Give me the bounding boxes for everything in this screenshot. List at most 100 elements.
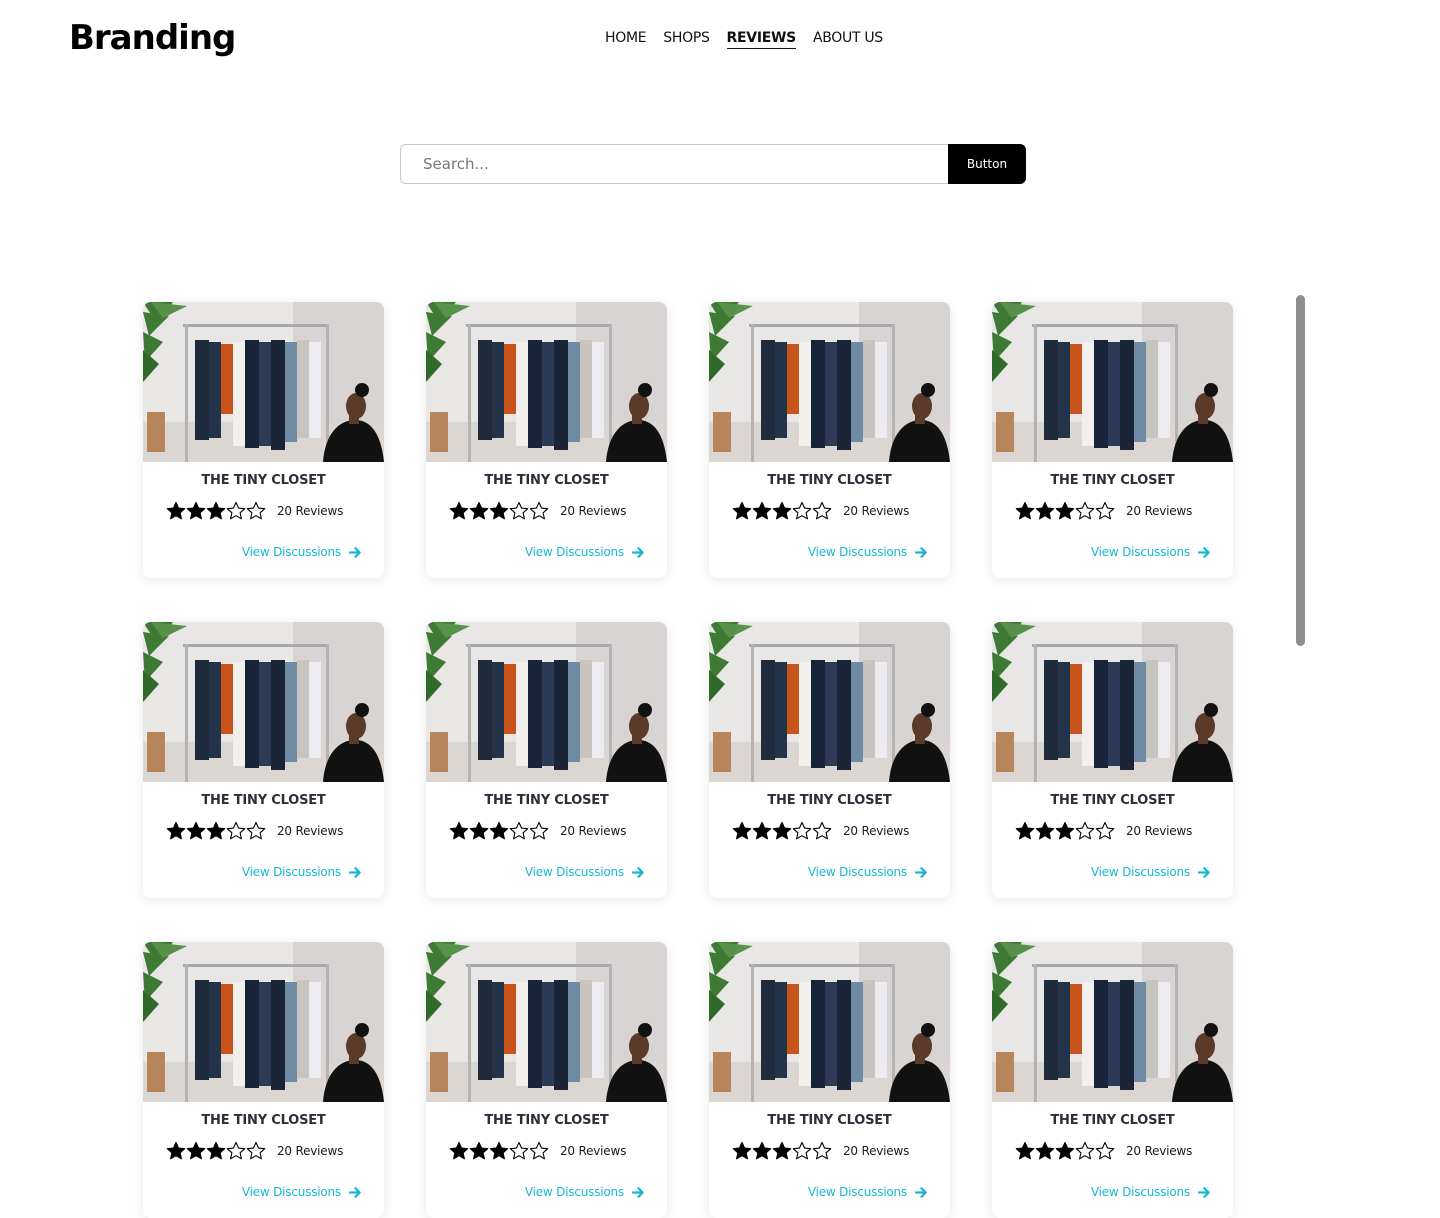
shop-card-title: THE TINY CLOSET xyxy=(201,793,326,808)
shop-card[interactable]: THE TINY CLOSET 20 Reviews View Discussion… xyxy=(992,942,1233,1218)
star-empty-icon xyxy=(812,501,832,520)
shop-card[interactable]: THE TINY CLOSET 20 Reviews View Discussion… xyxy=(143,302,384,578)
arrow-right-icon xyxy=(1198,866,1210,878)
star-rating xyxy=(732,1141,832,1161)
view-discussions-link[interactable]: View Discussions xyxy=(808,545,928,559)
shop-card-image[interactable] xyxy=(143,942,384,1102)
view-discussions-label: View Discussions xyxy=(807,865,907,879)
star-empty-icon xyxy=(246,501,266,520)
shop-card-image[interactable] xyxy=(992,622,1233,782)
view-discussions-link[interactable]: View Discussions xyxy=(1091,545,1211,559)
shop-card[interactable]: THE TINY CLOSET 20 Reviews View Discussion… xyxy=(992,622,1233,898)
rating-row: 20 Reviews xyxy=(1015,501,1233,521)
shop-card-image[interactable] xyxy=(426,302,667,462)
rating-row: 20 Reviews xyxy=(166,501,384,521)
review-count: 20 Reviews xyxy=(560,504,627,518)
review-count: 20 Reviews xyxy=(843,824,910,838)
view-discussions-link[interactable]: View Discussions xyxy=(1091,1185,1211,1199)
review-count: 20 Reviews xyxy=(843,504,910,518)
star-rating xyxy=(166,501,266,521)
rating-row: 20 Reviews xyxy=(166,1141,384,1161)
view-discussions-label: View Discussions xyxy=(524,545,624,559)
star-filled-icon xyxy=(489,821,509,840)
shop-card-image[interactable] xyxy=(143,622,384,782)
view-discussions-link[interactable]: View Discussions xyxy=(525,1185,645,1199)
star-empty-icon xyxy=(792,1141,812,1160)
star-empty-icon xyxy=(529,1141,549,1160)
arrow-right-icon xyxy=(349,866,361,878)
arrow-right-icon xyxy=(915,546,927,558)
shop-card[interactable]: THE TINY CLOSET 20 Reviews View Discussion… xyxy=(143,942,384,1218)
search-input[interactable] xyxy=(400,144,948,184)
shop-card[interactable]: THE TINY CLOSET 20 Reviews View Discussion… xyxy=(143,622,384,898)
review-count: 20 Reviews xyxy=(277,504,344,518)
star-filled-icon xyxy=(1055,501,1075,520)
star-filled-icon xyxy=(1035,821,1055,840)
star-filled-icon xyxy=(1055,1141,1075,1160)
star-filled-icon xyxy=(186,821,206,840)
view-discussions-link[interactable]: View Discussions xyxy=(242,865,362,879)
shop-card-title: THE TINY CLOSET xyxy=(201,1113,326,1128)
shop-card[interactable]: THE TINY CLOSET 20 Reviews View Discussion… xyxy=(426,622,667,898)
star-filled-icon xyxy=(206,821,226,840)
shop-card[interactable]: THE TINY CLOSET 20 Reviews View Discussion… xyxy=(426,942,667,1218)
nav-item-shops[interactable]: SHOPS xyxy=(663,30,710,49)
shop-card[interactable]: THE TINY CLOSET 20 Reviews View Discussion… xyxy=(709,622,950,898)
rating-row: 20 Reviews xyxy=(166,821,384,841)
shop-card-title: THE TINY CLOSET xyxy=(767,793,892,808)
nav-item-reviews[interactable]: REVIEWS xyxy=(726,30,796,49)
star-empty-icon xyxy=(509,821,529,840)
star-empty-icon xyxy=(1095,821,1115,840)
review-count: 20 Reviews xyxy=(843,1144,910,1158)
view-discussions-link[interactable]: View Discussions xyxy=(525,865,645,879)
arrow-right-icon xyxy=(915,1186,927,1198)
view-discussions-link[interactable]: View Discussions xyxy=(242,545,362,559)
view-discussions-label: View Discussions xyxy=(241,865,341,879)
star-rating xyxy=(166,821,266,841)
arrow-right-icon xyxy=(632,1186,644,1198)
star-empty-icon xyxy=(792,821,812,840)
shop-card-image[interactable] xyxy=(426,622,667,782)
shop-card-title: THE TINY CLOSET xyxy=(484,793,609,808)
nav-item-about-us[interactable]: ABOUT US xyxy=(813,30,883,49)
view-discussions-label: View Discussions xyxy=(241,545,341,559)
star-filled-icon xyxy=(1015,501,1035,520)
shop-card-image[interactable] xyxy=(143,302,384,462)
shop-card-image[interactable] xyxy=(992,942,1233,1102)
scrollbar-thumb[interactable] xyxy=(1296,295,1305,646)
star-filled-icon xyxy=(166,501,186,520)
view-discussions-link[interactable]: View Discussions xyxy=(808,865,928,879)
rating-row: 20 Reviews xyxy=(1015,821,1233,841)
star-rating xyxy=(449,821,549,841)
shop-card-image[interactable] xyxy=(426,942,667,1102)
star-empty-icon xyxy=(812,821,832,840)
shop-card-image[interactable] xyxy=(992,302,1233,462)
shop-card[interactable]: THE TINY CLOSET 20 Reviews View Discussion… xyxy=(709,302,950,578)
view-discussions-link[interactable]: View Discussions xyxy=(1091,865,1211,879)
review-count: 20 Reviews xyxy=(1126,1144,1193,1158)
shop-card-title: THE TINY CLOSET xyxy=(767,1113,892,1128)
arrow-right-icon xyxy=(1198,1186,1210,1198)
shop-card-title: THE TINY CLOSET xyxy=(484,473,609,488)
view-discussions-link[interactable]: View Discussions xyxy=(242,1185,362,1199)
search-button[interactable]: Button xyxy=(948,144,1026,184)
view-discussions-link[interactable]: View Discussions xyxy=(525,545,645,559)
shop-card-image[interactable] xyxy=(709,622,950,782)
shop-card-image[interactable] xyxy=(709,302,950,462)
brand-logo[interactable]: Branding xyxy=(69,18,236,58)
shop-card[interactable]: THE TINY CLOSET 20 Reviews View Discussion… xyxy=(426,302,667,578)
star-filled-icon xyxy=(449,821,469,840)
star-filled-icon xyxy=(449,501,469,520)
view-discussions-link[interactable]: View Discussions xyxy=(808,1185,928,1199)
nav-item-home[interactable]: HOME xyxy=(605,30,647,49)
shop-card[interactable]: THE TINY CLOSET 20 Reviews View Discussion… xyxy=(709,942,950,1218)
shop-card[interactable]: THE TINY CLOSET 20 Reviews View Discussion… xyxy=(992,302,1233,578)
star-empty-icon xyxy=(509,1141,529,1160)
review-count: 20 Reviews xyxy=(560,1144,627,1158)
star-filled-icon xyxy=(752,821,772,840)
star-filled-icon xyxy=(1035,501,1055,520)
star-filled-icon xyxy=(489,1141,509,1160)
view-discussions-label: View Discussions xyxy=(524,1185,624,1199)
shop-card-image[interactable] xyxy=(709,942,950,1102)
star-rating xyxy=(732,821,832,841)
